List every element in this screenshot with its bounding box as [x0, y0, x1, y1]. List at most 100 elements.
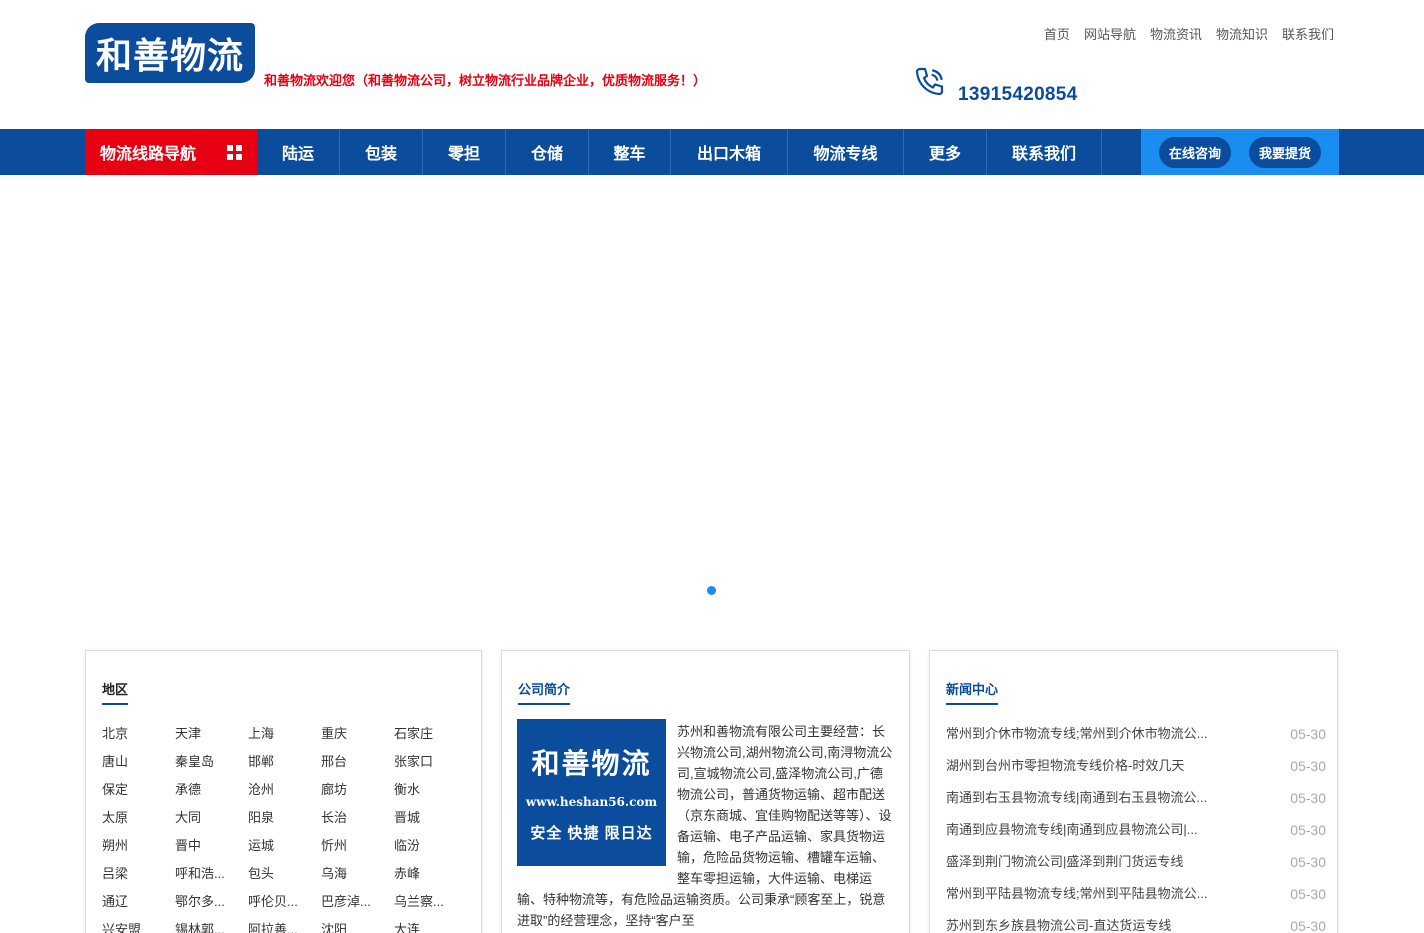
region-link[interactable]: 呼和浩...	[175, 865, 248, 883]
region-link[interactable]: 通辽	[102, 893, 175, 911]
region-link[interactable]: 大连	[394, 921, 467, 933]
news-item-date: 05-30	[1290, 822, 1326, 838]
grid-icon	[227, 145, 242, 160]
phone-block: 13915420854	[912, 64, 1077, 105]
region-link[interactable]: 锡林郭...	[175, 921, 248, 933]
news-item[interactable]: 苏州到东乡族县物流公司-直达货运专线 05-30	[946, 915, 1326, 933]
region-link[interactable]: 沧州	[248, 781, 321, 799]
region-link[interactable]: 保定	[102, 781, 175, 799]
nav-item-packing[interactable]: 包装	[340, 129, 423, 175]
region-link[interactable]: 临汾	[394, 837, 467, 855]
region-link[interactable]: 呼伦贝...	[248, 893, 321, 911]
region-link[interactable]: 沈阳	[321, 921, 394, 933]
nav-item-storage[interactable]: 仓储	[506, 129, 589, 175]
region-link[interactable]: 邢台	[321, 753, 394, 771]
news-item[interactable]: 常州到平陆县物流专线;常州到平陆县物流公... 05-30	[946, 883, 1326, 915]
news-item-title[interactable]: 常州到介休市物流专线;常州到介休市物流公...	[946, 723, 1231, 755]
nav-item-routes[interactable]: 物流专线	[788, 129, 904, 175]
top-links: 首页 网站导航 物流资讯 物流知识 联系我们	[1044, 24, 1334, 43]
nav-item-more[interactable]: 更多	[904, 129, 987, 175]
top-link-contact[interactable]: 联系我们	[1282, 24, 1334, 43]
news-item-date: 05-30	[1290, 758, 1326, 774]
region-link[interactable]: 晋中	[175, 837, 248, 855]
about-title: 公司简介	[518, 679, 571, 705]
news-item-title[interactable]: 南通到右玉县物流专线|南通到右玉县物流公...	[946, 787, 1231, 819]
top-link-sitemap[interactable]: 网站导航	[1084, 24, 1136, 43]
region-link[interactable]: 唐山	[102, 753, 175, 771]
top-link-news[interactable]: 物流资讯	[1150, 24, 1202, 43]
region-link[interactable]: 重庆	[321, 725, 394, 743]
region-link[interactable]: 长治	[321, 809, 394, 827]
news-item-title[interactable]: 盛泽到荆门物流公司|盛泽到荆门货运专线	[946, 851, 1231, 883]
region-link[interactable]: 秦皇岛	[175, 753, 248, 771]
region-link[interactable]: 赤峰	[394, 865, 467, 883]
region-link[interactable]: 邯郸	[248, 753, 321, 771]
about-panel: 公司简介 和善物流 www.heshan56.com 安全 快捷 限日达 苏州和…	[501, 650, 910, 933]
news-item-title[interactable]: 湖州到台州市零担物流专线价格-时效几天	[946, 755, 1231, 787]
region-link[interactable]: 天津	[175, 725, 248, 743]
news-item-title[interactable]: 苏州到东乡族县物流公司-直达货运专线	[946, 915, 1231, 933]
region-link[interactable]: 阿拉善...	[248, 921, 321, 933]
region-link[interactable]: 北京	[102, 725, 175, 743]
news-item[interactable]: 盛泽到荆门物流公司|盛泽到荆门货运专线 05-30	[946, 851, 1326, 883]
region-link[interactable]: 衡水	[394, 781, 467, 799]
region-link[interactable]: 张家口	[394, 753, 467, 771]
news-item-date: 05-30	[1290, 790, 1326, 806]
news-item-title[interactable]: 南通到应县物流专线|南通到应县物流公司|...	[946, 819, 1231, 851]
nav-item-contact[interactable]: 联系我们	[987, 129, 1102, 175]
phone-number[interactable]: 13915420854	[958, 84, 1078, 106]
online-consult-button[interactable]: 在线咨询	[1158, 136, 1231, 168]
site-slogan: 和善物流欢迎您（和善物流公司，树立物流行业品牌企业，优质物流服务！）	[264, 73, 707, 88]
region-link[interactable]: 大同	[175, 809, 248, 827]
region-link[interactable]: 石家庄	[394, 725, 467, 743]
region-link[interactable]: 太原	[102, 809, 175, 827]
main-navbar: 物流线路导航 陆运 包装 零担 仓储 整车 出口木箱 物流专线 更多 联系我们 …	[0, 129, 1424, 175]
region-link[interactable]: 运城	[248, 837, 321, 855]
news-item[interactable]: 南通到应县物流专线|南通到应县物流公司|... 05-30	[946, 819, 1326, 851]
region-link[interactable]: 廊坊	[321, 781, 394, 799]
logo-text: 和善物流	[95, 36, 244, 77]
news-item[interactable]: 常州到介休市物流专线;常州到介休市物流公... 05-30	[946, 723, 1326, 755]
news-item[interactable]: 南通到右玉县物流专线|南通到右玉县物流公... 05-30	[946, 787, 1326, 819]
region-link[interactable]: 忻州	[321, 837, 394, 855]
news-list: 常州到介休市物流专线;常州到介休市物流公... 05-30 湖州到台州市零担物流专线…	[946, 723, 1326, 933]
route-nav-label: 物流线路导航	[100, 146, 197, 163]
banner-slider	[0, 175, 1424, 615]
regions-list: 北京 天津 上海 重庆 石家庄唐山 秦皇岛 邯郸 邢台 张家口保定 承德 沧州 廊坊 衡水太原 大同 阳泉长…	[102, 725, 467, 933]
news-item-title[interactable]: 常州到平陆县物流专线;常州到平陆县物流公...	[946, 883, 1231, 915]
top-link-knowledge[interactable]: 物流知识	[1216, 24, 1268, 43]
nav-item-ftl[interactable]: 整车	[589, 129, 671, 175]
pickup-button[interactable]: 我要提货	[1248, 136, 1321, 168]
news-item-date: 05-30	[1290, 726, 1326, 742]
region-link[interactable]: 兴安盟	[102, 921, 175, 933]
nav-item-ltl[interactable]: 零担	[423, 129, 506, 175]
about-text: 苏州和善物流有限公司主要经营：长兴物流公司,湖州物流公司,南浔物流公司,宣城物流…	[517, 721, 895, 931]
regions-panel: 地区 北京 天津 上海 重庆 石家庄唐山 秦皇岛 邯郸 邢台 张家口保定 承德 沧州 廊坊 衡水太原 大同…	[85, 650, 482, 933]
nav-actions: 在线咨询 我要提货	[1141, 129, 1339, 175]
region-link[interactable]: 上海	[248, 725, 321, 743]
news-item-date: 05-30	[1290, 886, 1326, 902]
news-item-date: 05-30	[1290, 854, 1326, 870]
top-link-home[interactable]: 首页	[1044, 24, 1070, 43]
region-link[interactable]: 鄂尔多...	[175, 893, 248, 911]
site-logo[interactable]: 和善物流	[85, 23, 255, 83]
slider-dot[interactable]	[707, 586, 716, 595]
nav-menu: 陆运 包装 零担 仓储 整车 出口木箱 物流专线 更多 联系我们	[257, 129, 1102, 175]
news-panel: 新闻中心 常州到介休市物流专线;常州到介休市物流公... 05-30 湖州到台州市零…	[929, 650, 1338, 933]
region-link[interactable]: 承德	[175, 781, 248, 799]
route-nav-toggle[interactable]: 物流线路导航	[85, 129, 257, 175]
news-title: 新闻中心	[946, 679, 999, 705]
news-item[interactable]: 湖州到台州市零担物流专线价格-时效几天 05-30	[946, 755, 1326, 787]
region-link[interactable]: 乌海	[321, 865, 394, 883]
phone-icon	[912, 64, 948, 105]
region-link[interactable]: 吕梁	[102, 865, 175, 883]
nav-item-land[interactable]: 陆运	[257, 129, 340, 175]
nav-item-export-crate[interactable]: 出口木箱	[671, 129, 788, 175]
region-link[interactable]: 阳泉	[248, 809, 321, 827]
region-link[interactable]: 朔州	[102, 837, 175, 855]
region-link[interactable]: 乌兰察...	[394, 893, 467, 911]
regions-title: 地区	[102, 679, 129, 705]
region-link[interactable]: 巴彦淖...	[321, 893, 394, 911]
region-link[interactable]: 包头	[248, 865, 321, 883]
region-link[interactable]: 晋城	[394, 809, 467, 827]
